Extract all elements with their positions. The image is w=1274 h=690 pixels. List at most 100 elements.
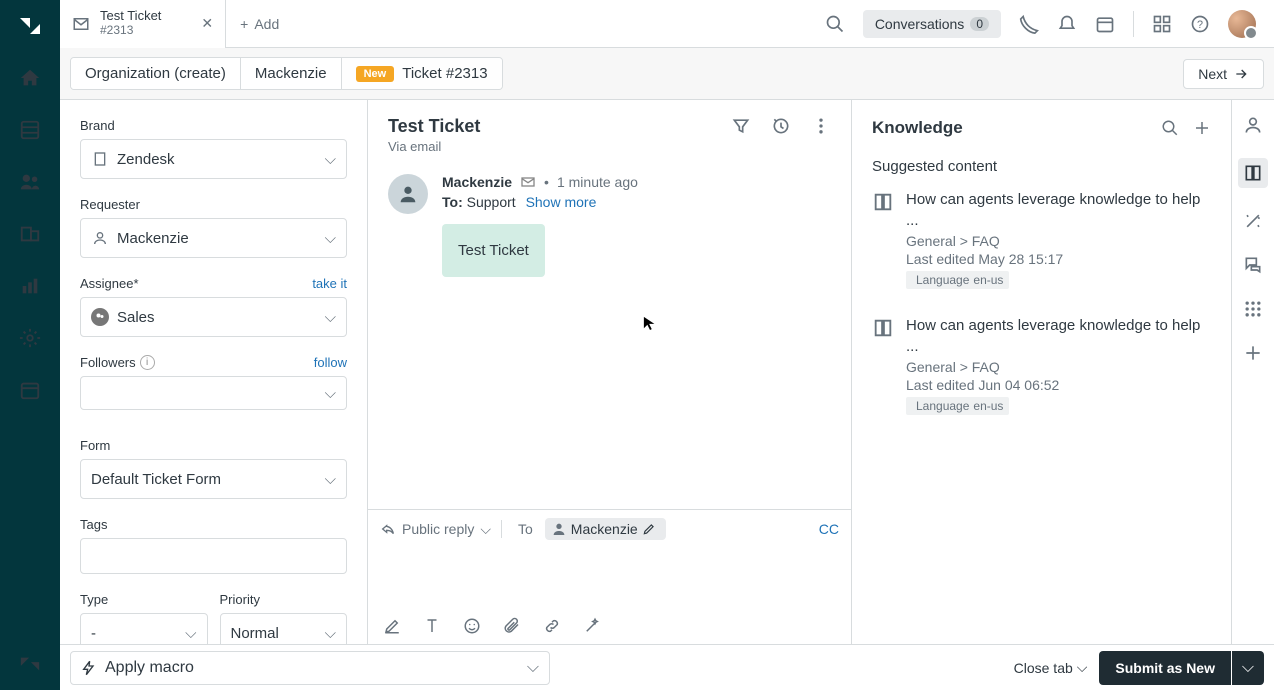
- arrow-right-icon: [1233, 66, 1249, 82]
- crumb-ticket[interactable]: New Ticket #2313: [342, 58, 502, 89]
- brand-select[interactable]: Zendesk ⌵: [80, 139, 347, 179]
- tags-input[interactable]: [80, 538, 347, 574]
- breadcrumb: Organization (create) Mackenzie New Tick…: [70, 57, 503, 90]
- composer-textarea[interactable]: [368, 548, 851, 608]
- status-badge: New: [356, 66, 395, 82]
- calendar-top-icon[interactable]: [1095, 14, 1115, 34]
- link-icon[interactable]: [542, 616, 562, 636]
- more-icon[interactable]: [811, 116, 831, 136]
- brand-value: Zendesk: [117, 151, 175, 168]
- reporting-icon[interactable]: [18, 274, 42, 298]
- priority-select[interactable]: Normal ⌵: [220, 613, 348, 644]
- edit-icon: [642, 522, 656, 536]
- add-context-icon[interactable]: [1242, 342, 1264, 364]
- conversation-panel: Test Ticket Via email Mackenzie • 1 minu…: [368, 100, 852, 644]
- search-icon[interactable]: [1161, 119, 1179, 137]
- admin-icon[interactable]: [18, 326, 42, 350]
- article-edited: Last edited Jun 04 06:52: [906, 377, 1211, 393]
- user-context-icon[interactable]: [1242, 114, 1264, 136]
- requester-select[interactable]: Mackenzie ⌵: [80, 218, 347, 258]
- home-icon[interactable]: [18, 66, 42, 90]
- language-badge: Languageen-us: [906, 397, 1009, 415]
- submit-button[interactable]: Submit as New: [1099, 651, 1231, 685]
- pill-name: Mackenzie: [571, 521, 638, 537]
- form-value: Default Ticket Form: [91, 471, 221, 488]
- next-button[interactable]: Next: [1183, 59, 1264, 89]
- add-tab-button[interactable]: + Add: [226, 16, 293, 32]
- crumb-organization[interactable]: Organization (create): [71, 58, 241, 89]
- apply-macro-select[interactable]: Apply macro ⌵: [70, 651, 550, 685]
- article-title: How can agents leverage knowledge to hel…: [906, 315, 1211, 357]
- footer-bar: Apply macro ⌵ Close tab ⌵ Submit as New …: [60, 644, 1274, 690]
- top-bar: Test Ticket #2313 ✕ + Add Conversations …: [60, 0, 1274, 48]
- magic-wand-icon[interactable]: [582, 616, 602, 636]
- knowledge-article[interactable]: How can agents leverage knowledge to hel…: [872, 315, 1211, 415]
- close-icon[interactable]: ✕: [201, 15, 213, 32]
- views-icon[interactable]: [18, 118, 42, 142]
- apps-context-icon[interactable]: [1242, 298, 1264, 320]
- notifications-icon[interactable]: [1057, 14, 1077, 34]
- ai-context-icon[interactable]: [1242, 210, 1264, 232]
- plus-icon[interactable]: [1193, 119, 1211, 137]
- crumb-ticket-label: Ticket #2313: [402, 65, 487, 82]
- followers-select[interactable]: ⌵: [80, 376, 347, 410]
- brand-label: Brand: [80, 118, 347, 133]
- submit-dropdown[interactable]: ⌵: [1232, 651, 1264, 685]
- conversations-button[interactable]: Conversations 0: [863, 10, 1001, 38]
- reply-mode-select[interactable]: Public reply ⌵: [380, 520, 506, 538]
- calendar-icon[interactable]: [18, 378, 42, 402]
- cc-link[interactable]: CC: [819, 521, 839, 537]
- organizations-icon[interactable]: [18, 222, 42, 246]
- events-icon[interactable]: [771, 116, 791, 136]
- tab-subtitle: #2313: [100, 24, 161, 38]
- tab-ticket[interactable]: Test Ticket #2313 ✕: [60, 0, 226, 48]
- reply-label: Public reply: [402, 521, 474, 537]
- tab-title: Test Ticket: [100, 9, 161, 24]
- user-icon: [91, 229, 109, 247]
- followers-label: Followers: [80, 355, 136, 370]
- assignee-value: Sales: [117, 309, 155, 326]
- knowledge-context-icon[interactable]: [1238, 158, 1268, 188]
- article-breadcrumb: General > FAQ: [906, 233, 1211, 249]
- chevron-down-icon: ⌵: [527, 659, 539, 677]
- show-more-link[interactable]: Show more: [526, 194, 597, 210]
- customers-icon[interactable]: [18, 170, 42, 194]
- conversations-context-icon[interactable]: [1242, 254, 1264, 276]
- zendesk-logo-icon[interactable]: [18, 652, 42, 676]
- text-format-icon[interactable]: [422, 616, 442, 636]
- form-select[interactable]: Default Ticket Form ⌵: [80, 459, 347, 499]
- priority-value: Normal: [231, 625, 279, 642]
- reply-icon: [380, 521, 396, 537]
- phone-icon[interactable]: [1019, 14, 1039, 34]
- edit-draft-icon[interactable]: [382, 616, 402, 636]
- follow-link[interactable]: follow: [314, 355, 347, 370]
- crumb-user[interactable]: Mackenzie: [241, 58, 342, 89]
- filter-icon[interactable]: [731, 116, 751, 136]
- chevron-down-icon: ⌵: [1077, 659, 1088, 676]
- close-tab-label: Close tab: [1014, 660, 1073, 676]
- apps-icon[interactable]: [1152, 14, 1172, 34]
- chevron-down-icon: ⌵: [325, 471, 336, 488]
- assignee-select[interactable]: Sales ⌵: [80, 297, 347, 337]
- divider: [1133, 11, 1134, 37]
- mail-icon: [520, 174, 536, 190]
- chevron-down-icon: ⌵: [185, 625, 196, 642]
- attachment-icon[interactable]: [502, 616, 522, 636]
- chevron-down-icon: ⌵: [325, 151, 336, 168]
- message: Mackenzie • 1 minute ago To: Support Sho…: [368, 164, 851, 287]
- product-logo-icon[interactable]: [18, 14, 42, 38]
- type-select[interactable]: - ⌵: [80, 613, 208, 644]
- emoji-icon[interactable]: [462, 616, 482, 636]
- close-tab-button[interactable]: Close tab ⌵: [1014, 659, 1088, 676]
- knowledge-article[interactable]: How can agents leverage knowledge to hel…: [872, 189, 1211, 289]
- breadcrumb-row: Organization (create) Mackenzie New Tick…: [60, 48, 1274, 100]
- properties-panel: Brand Zendesk ⌵ Requester Mackenzie ⌵ As…: [60, 100, 368, 644]
- to-label: To:: [442, 194, 463, 210]
- help-icon[interactable]: ?: [1190, 14, 1210, 34]
- recipient-pill[interactable]: Mackenzie: [545, 518, 666, 540]
- lightning-icon: [81, 660, 97, 676]
- group-icon: [91, 308, 109, 326]
- search-icon[interactable]: [825, 14, 845, 34]
- profile-avatar[interactable]: [1228, 10, 1256, 38]
- take-it-link[interactable]: take it: [312, 276, 347, 291]
